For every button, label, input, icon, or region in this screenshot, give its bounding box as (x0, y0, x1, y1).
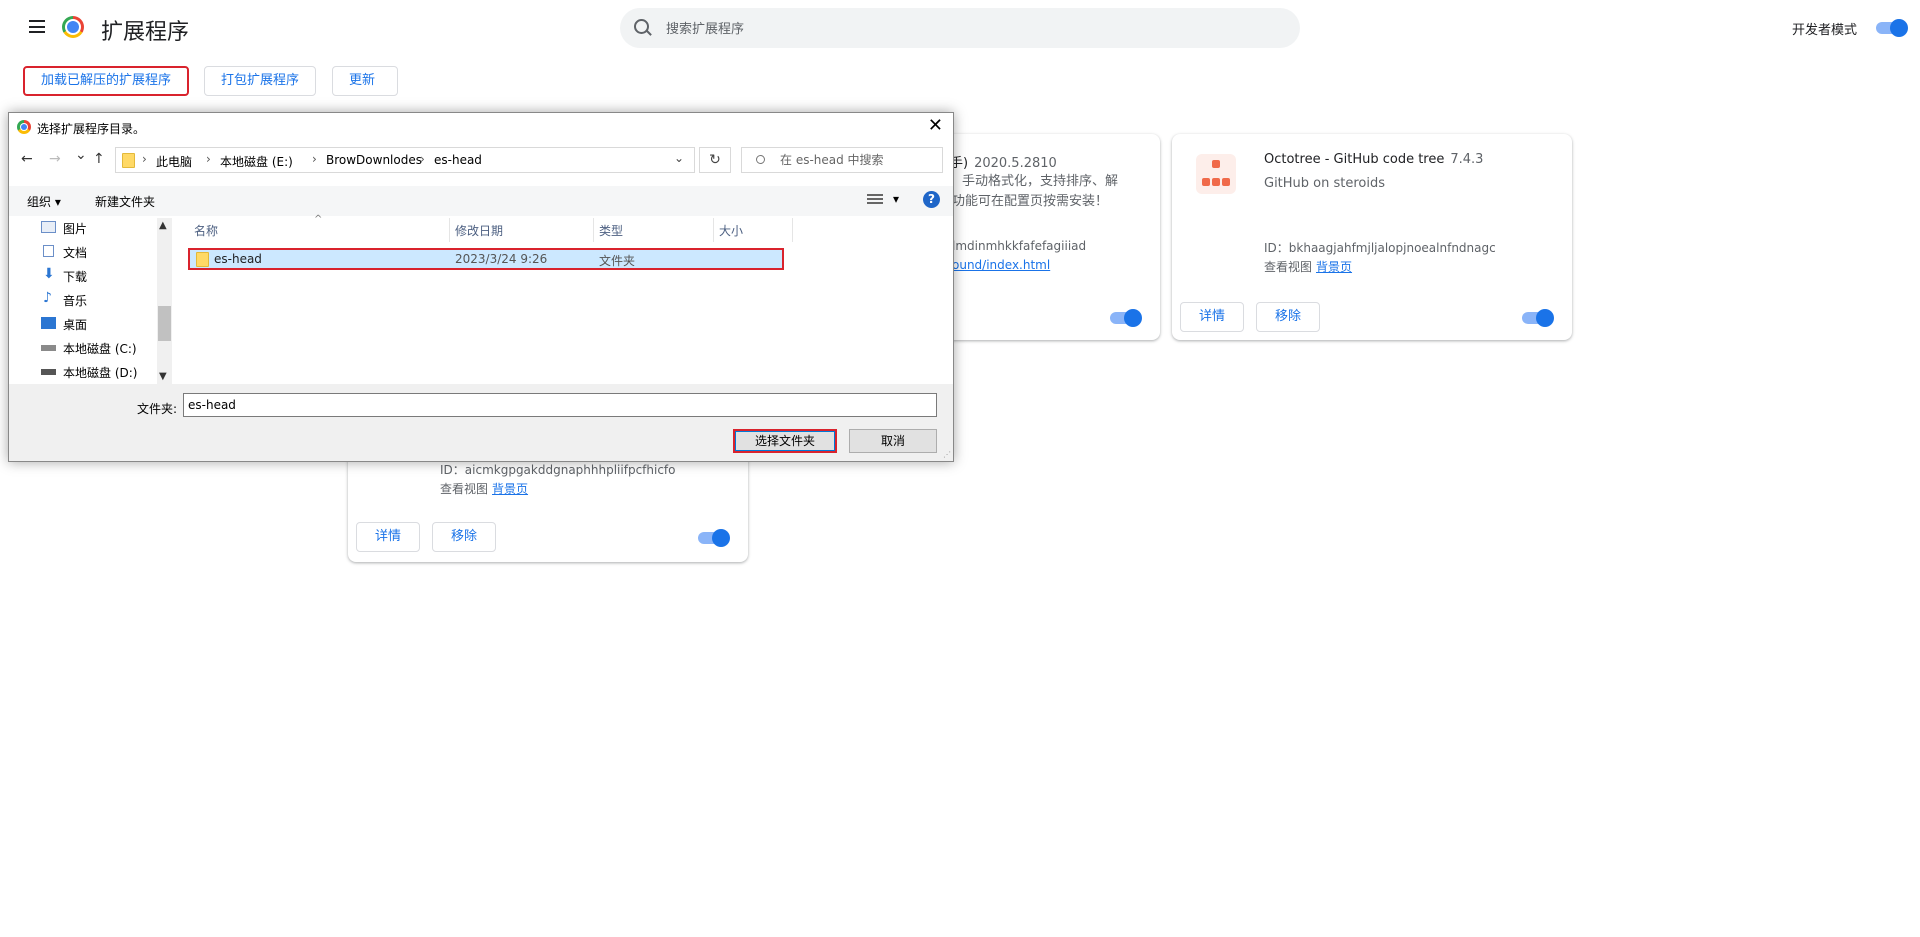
search-icon (634, 19, 649, 34)
chrome-logo-icon (17, 120, 31, 134)
extension-description-line2: 功能可在配置页按需安装！ (952, 194, 1109, 209)
extension-enable-toggle[interactable] (1110, 309, 1142, 327)
column-header-modified[interactable]: 修改日期 (455, 222, 503, 239)
details-button[interactable]: 详情 (356, 522, 420, 552)
remove-button[interactable]: 移除 (1256, 302, 1320, 332)
back-arrow-icon[interactable]: ← (21, 151, 33, 167)
view-options-icon[interactable] (867, 194, 883, 206)
page-title: 扩展程序 (101, 20, 190, 45)
breadcrumb-browdownlodes[interactable]: BrowDownlodes (326, 153, 422, 167)
column-header-name[interactable]: 名称 (194, 222, 218, 239)
help-icon[interactable]: ? (923, 191, 940, 208)
extension-id: ID：bkhaagjahfmjljalopjnoealnfndnagc (1264, 241, 1496, 255)
extension-enable-toggle[interactable] (1522, 309, 1554, 327)
top-bar: 扩展程序 开发者模式 (0, 0, 1920, 56)
recent-locations-chevron-icon[interactable]: ⌄ (75, 147, 87, 163)
navigation-bar: ← → ⌄ ↑ › 此电脑 › 本地磁盘 (E:) › BrowDownlode… (9, 147, 953, 175)
search-icon (756, 155, 765, 164)
documents-icon (43, 245, 54, 257)
refresh-icon[interactable]: ↻ (699, 147, 731, 173)
octotree-icon (1196, 154, 1236, 194)
menu-icon[interactable] (29, 20, 45, 33)
navigation-pane: 图片 文档 ⬇ 下载 ♪ 音乐 桌面 本地磁盘 (C:) 本地磁盘 (D:) (41, 221, 138, 380)
navigation-scrollbar[interactable]: ▲ ▼ (157, 218, 172, 384)
extension-description: GitHub on steroids (1264, 176, 1386, 191)
scroll-up-icon[interactable]: ▲ (159, 220, 167, 231)
drive-icon (41, 345, 56, 351)
file-type: 文件夹 (599, 254, 636, 268)
address-dropdown-chevron-icon[interactable]: ⌄ (674, 151, 684, 165)
extension-version: 2020.5.2810 (974, 156, 1057, 171)
developer-mode-toggle[interactable] (1876, 19, 1908, 37)
chrome-logo-icon (62, 16, 84, 38)
folder-name-input[interactable] (183, 393, 937, 417)
select-folder-button[interactable]: 选择文件夹 (733, 429, 837, 453)
extension-description-line1: 手动格式化，支持排序、解 (962, 174, 1119, 189)
table-row[interactable]: es-head 2023/3/24 9:26 文件夹 (188, 248, 784, 270)
search-box[interactable] (620, 8, 1300, 48)
extension-id: lmdinmhkkfafefagiiiad (952, 239, 1087, 253)
drive-icon (41, 369, 56, 375)
close-icon[interactable]: ✕ (928, 115, 943, 136)
background-page-link[interactable]: 背景页 (1316, 260, 1352, 274)
extension-name: Octotree - GitHub code tree (1264, 152, 1445, 167)
forward-arrow-icon[interactable]: → (49, 151, 61, 167)
folder-search-input[interactable] (778, 152, 942, 168)
column-header-type[interactable]: 类型 (599, 222, 623, 239)
search-input[interactable] (664, 18, 1268, 40)
cancel-button[interactable]: 取消 (849, 429, 937, 453)
folder-icon (196, 252, 209, 267)
column-header-size[interactable]: 大小 (719, 222, 743, 239)
pack-extension-button[interactable]: 打包扩展程序 (204, 66, 316, 96)
pictures-icon (41, 221, 56, 233)
extension-version: 7.4.3 (1450, 152, 1484, 167)
desktop-icon (41, 317, 56, 329)
view-options-chevron-icon[interactable]: ▾ (893, 192, 899, 206)
organize-menu[interactable]: 组织 ▾ (27, 193, 61, 210)
sort-ascending-icon: ^ (314, 214, 323, 225)
dialog-title: 选择扩展程序目录。 (37, 122, 146, 136)
folder-label: 文件夹: (137, 402, 178, 416)
folder-search-box[interactable] (741, 147, 943, 173)
remove-button[interactable]: 移除 (432, 522, 496, 552)
download-icon: ⬇ (43, 266, 55, 282)
command-bar: 组织 ▾ 新建文件夹 ▾ ? (9, 186, 953, 216)
music-icon: ♪ (43, 290, 52, 306)
file-modified: 2023/3/24 9:26 (455, 252, 548, 266)
up-arrow-icon[interactable]: ↑ (93, 151, 105, 167)
dialog-titlebar[interactable]: 选择扩展程序目录。 ✕ (9, 113, 953, 143)
resize-grip-icon[interactable]: ⋰ (943, 450, 951, 459)
address-bar[interactable]: › 此电脑 › 本地磁盘 (E:) › BrowDownlodes › es-h… (115, 147, 695, 173)
scroll-down-icon[interactable]: ▼ (159, 371, 167, 382)
update-button[interactable]: 更新 (332, 66, 398, 96)
scroll-thumb[interactable] (158, 306, 171, 341)
background-page-link[interactable]: ound/index.html (952, 258, 1050, 272)
background-page-link[interactable]: 背景页 (492, 482, 528, 496)
load-unpacked-button[interactable]: 加载已解压的扩展程序 (23, 66, 189, 96)
extension-card-octotree: Octotree - GitHub code tree 7.4.3 GitHub … (1172, 134, 1572, 340)
inspect-views-label: 查看视图 (440, 482, 489, 496)
breadcrumb-drive-e[interactable]: 本地磁盘 (E:) (220, 153, 293, 170)
file-list: ^ 名称 修改日期 类型 大小 es-head 2023/3/24 9:26 文… (174, 214, 953, 384)
folder-icon (122, 153, 135, 168)
breadcrumb-es-head[interactable]: es-head (434, 153, 482, 167)
details-button[interactable]: 详情 (1180, 302, 1244, 332)
inspect-views-label: 查看视图 (1264, 260, 1313, 274)
breadcrumb-this-pc[interactable]: 此电脑 (156, 153, 192, 170)
select-folder-dialog: 选择扩展程序目录。 ✕ ← → ⌄ ↑ › 此电脑 › 本地磁盘 (E:) › … (8, 112, 954, 462)
extension-id: ID：aicmkgpgakddgnaphhhpliifpcfhicfo (440, 463, 676, 477)
extension-enable-toggle[interactable] (698, 529, 730, 547)
developer-mode-label: 开发者模式 (1792, 23, 1858, 38)
new-folder-button[interactable]: 新建文件夹 (95, 193, 155, 210)
file-name: es-head (214, 252, 262, 266)
dialog-footer: 文件夹: 选择文件夹 取消 ⋰ (9, 384, 953, 461)
